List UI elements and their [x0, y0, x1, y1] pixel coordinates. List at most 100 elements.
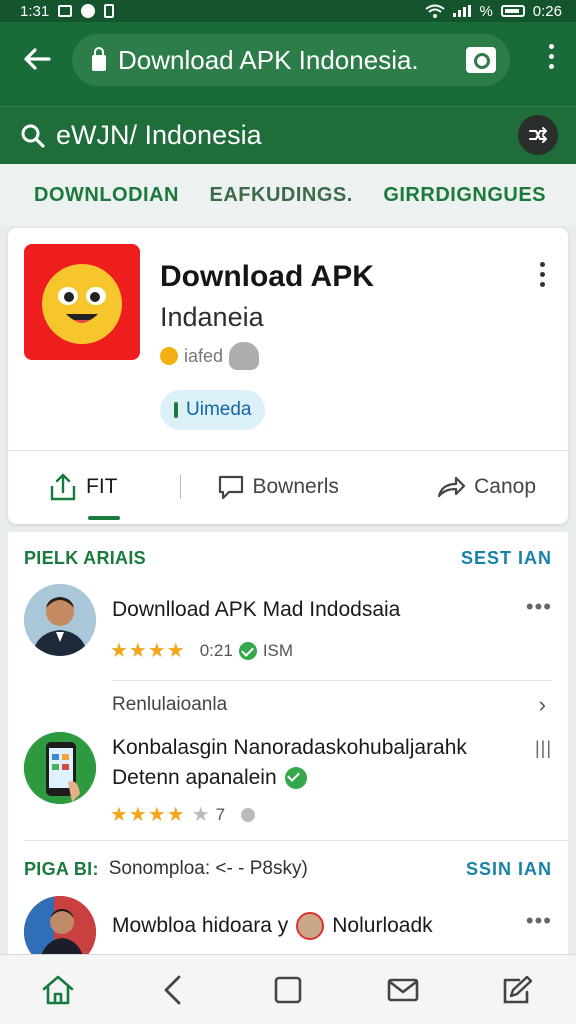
mascot-icon	[229, 342, 260, 370]
sd-card-icon	[104, 4, 115, 18]
section-title-1: PIELK ARIAIS	[24, 548, 146, 568]
section-header-2: PIGA BI: Sonomploa: <- - P8sky) SSIN IAN	[24, 858, 552, 880]
app-card: Download APK Indaneia iafed Uimeda FIT B…	[8, 228, 568, 524]
item-title-2: Nolurloadk	[332, 914, 433, 937]
item-title-line1: Konbalasgin Nanoradaskohubaljarahk	[112, 736, 467, 759]
status-time: 1:31	[20, 2, 50, 20]
status-right: % 0:26	[425, 3, 562, 20]
fit-action[interactable]: FIT	[48, 452, 120, 522]
check-circle-icon	[81, 4, 96, 18]
nav-home[interactable]	[30, 962, 86, 1018]
star-rating: ★★★★	[110, 804, 186, 826]
action-separator	[179, 475, 181, 499]
bottom-navigation	[0, 954, 576, 1024]
nav-edit[interactable]	[490, 962, 546, 1018]
item-count: 7	[215, 804, 226, 824]
recents-icon	[274, 976, 302, 1003]
camera-icon[interactable]	[466, 47, 496, 73]
item-title: Downlload APK Mad Indodsaia	[112, 598, 401, 621]
filter-button[interactable]	[518, 115, 558, 155]
subheading: Renlulaioanla	[112, 694, 228, 715]
verified-icon	[238, 641, 257, 660]
home-icon	[42, 975, 73, 1004]
rating-badge-icon	[160, 347, 178, 365]
avatar	[24, 732, 96, 804]
action-bar: FIT Bownerls Canop	[8, 452, 568, 522]
search-icon	[21, 124, 45, 148]
wifi-icon	[425, 4, 446, 18]
nav-mail[interactable]	[375, 962, 431, 1018]
item-title: Mowbloa hidoara y	[112, 914, 289, 937]
battery-icon	[500, 5, 525, 17]
fit-label: FIT	[86, 475, 118, 498]
section-2-left: PIGA BI: Sonomploa: <- - P8sky)	[24, 858, 308, 880]
app-subtitle: Indaneia	[160, 302, 264, 332]
url-text: Download APK Indonesia.	[118, 44, 419, 75]
category-tabs: DOWNLODIAN EAFKUDINGS. GIRRDIGNGUES	[0, 164, 576, 226]
divider	[112, 680, 552, 681]
divider	[24, 840, 568, 841]
comment-icon	[218, 475, 243, 500]
status-bar: 1:31 % 0:26	[0, 0, 576, 22]
list-item[interactable]: Downlload APK Mad Indodsaia ★★★★ 0:21 IS…	[8, 582, 568, 672]
half-star-icon: ★	[191, 804, 210, 826]
status-left: 1:31	[20, 2, 115, 20]
item-meta: ★★★★ 0:21 ISM	[110, 638, 293, 663]
related-list: PIELK ARIAIS SEST IAN Downlload APK Mad …	[8, 532, 568, 968]
comments-action[interactable]: Bownerls	[217, 452, 339, 522]
app-title: Download APK	[160, 260, 374, 293]
share-up-icon	[50, 473, 76, 501]
phone-app-icon	[24, 732, 96, 804]
card-divider	[8, 450, 568, 451]
see-all-link-2[interactable]: SSIN IAN	[466, 859, 552, 880]
item-more-button[interactable]: •••	[526, 908, 552, 934]
item-badge: ISM	[262, 640, 294, 660]
mail-icon	[387, 978, 419, 1001]
chevron-right-icon[interactable]: ›	[539, 692, 546, 718]
search-query: eWJN/ Indonesia	[56, 120, 262, 150]
arrow-left-icon	[24, 48, 51, 70]
back-icon	[164, 975, 181, 1004]
star-rating: ★★★★	[110, 640, 186, 662]
person-avatar-icon	[24, 584, 96, 656]
search-row[interactable]: eWJN/ Indonesia	[0, 106, 576, 164]
forward-action[interactable]: Canop	[436, 452, 536, 522]
tab-eafkudings[interactable]: EAFKUDINGS.	[210, 184, 353, 207]
emoji-face-icon	[42, 264, 122, 344]
list-item[interactable]: Mowbloa hidoara y Nolurloadk •••	[8, 894, 568, 968]
item-meta: ★★★★ ★ 7	[110, 802, 256, 827]
nav-back[interactable]	[145, 962, 201, 1018]
chip-label: Uimeda	[186, 399, 252, 420]
list-item[interactable]: Konbalasgin Nanoradaskohubaljarahk Deten…	[8, 728, 568, 838]
dot-icon	[241, 807, 256, 822]
item-time: 0:21	[199, 640, 233, 660]
lock-icon	[92, 46, 106, 71]
status-battery-text: 0:26	[532, 2, 562, 20]
tab-downloadian[interactable]: DOWNLODIAN	[34, 184, 179, 207]
avatar	[24, 584, 96, 656]
rated-text: iafed	[184, 345, 224, 366]
app-icon[interactable]	[24, 244, 140, 360]
chip-bar-icon	[174, 402, 178, 418]
back-button[interactable]	[18, 40, 56, 78]
item-more-button[interactable]: |||	[535, 738, 552, 759]
app-bar: Download APK Indonesia. eWJN/ Indonesia	[0, 22, 576, 164]
url-bar[interactable]: Download APK Indonesia.	[72, 34, 510, 86]
rated-row: iafed	[160, 342, 260, 370]
status-chip[interactable]: Uimeda	[160, 390, 266, 430]
signal-icon	[453, 5, 472, 17]
shuffle-icon	[529, 127, 547, 143]
verified-icon	[284, 767, 307, 789]
forward-label: Canop	[474, 475, 536, 498]
item-title-line2: Detenn apanalein	[112, 766, 307, 790]
overflow-menu-button[interactable]	[546, 44, 556, 69]
status-percent: %	[479, 2, 493, 20]
tab-girrdignues[interactable]: GIRRDIGNGUES	[383, 184, 546, 207]
section-subtitle-2: Sonomploa: <- - P8sky)	[108, 858, 308, 879]
see-all-link-1[interactable]: SEST IAN	[461, 548, 552, 569]
item-more-button[interactable]: •••	[526, 594, 552, 620]
card-more-button[interactable]	[540, 262, 546, 287]
forward-icon	[438, 476, 466, 498]
nav-recents[interactable]	[260, 962, 316, 1018]
comments-label: Bownerls	[252, 475, 339, 498]
